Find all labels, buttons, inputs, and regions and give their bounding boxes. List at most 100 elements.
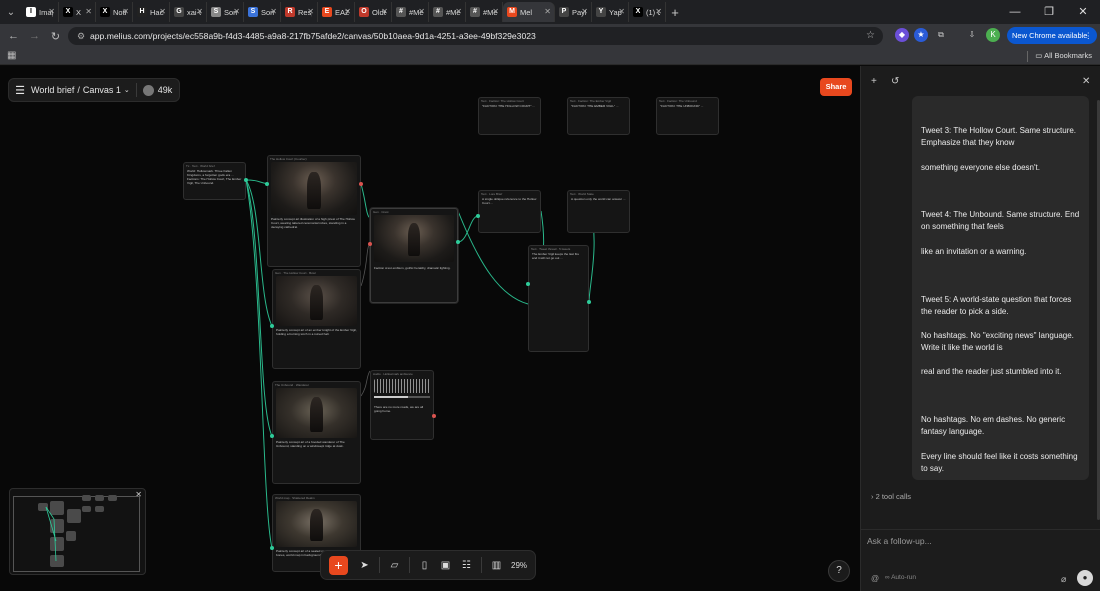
output-port[interactable] — [587, 300, 591, 304]
input-port[interactable] — [270, 434, 274, 438]
image-node[interactable]: Gen · Crest Faction crest emblem, gothic… — [370, 208, 458, 303]
browser-tab[interactable]: ##Mel✕ — [429, 2, 466, 22]
tab-close-icon[interactable]: ✕ — [455, 7, 462, 16]
text-node[interactable]: Text · Faction: The Hollow Court "FACTIO… — [478, 97, 541, 135]
browser-tab[interactable]: X(1) C✕ — [629, 2, 666, 22]
close-window-icon[interactable]: ✕ — [1066, 0, 1100, 24]
tab-close-icon[interactable]: ✕ — [270, 7, 277, 16]
reload-icon[interactable]: ↻ — [45, 30, 66, 43]
auto-run-toggle[interactable]: ∞ Auto-run — [885, 574, 916, 581]
tab-close-icon[interactable]: ✕ — [544, 7, 551, 16]
help-button[interactable]: ? — [828, 560, 850, 582]
map-icon[interactable]: ▥ — [486, 560, 507, 571]
tab-close-icon[interactable]: ✕ — [48, 7, 55, 16]
input-port[interactable] — [265, 182, 269, 186]
tab-close-icon[interactable]: ✕ — [344, 7, 351, 16]
back-icon[interactable]: ← — [3, 30, 24, 42]
site-info-icon[interactable]: ⚙ — [72, 31, 90, 42]
sticky-note-icon[interactable]: ▱ — [384, 560, 405, 571]
add-node-button[interactable]: + — [329, 555, 348, 575]
browser-tab[interactable]: X Notif ✕ — [96, 2, 133, 22]
history-icon[interactable]: ↺ — [891, 76, 899, 87]
tab-close-icon[interactable]: ✕ — [122, 7, 129, 16]
image-icon[interactable]: ▣ — [435, 560, 456, 571]
image-node[interactable]: Gen · The Hollow Court · Bowl Painterly … — [272, 269, 361, 369]
text-node[interactable]: Text · Faction: The Ember Vigil "FACTION… — [567, 97, 630, 135]
tab-close-icon[interactable]: ✕ — [381, 7, 388, 16]
canvas[interactable]: ☰ World brief / Canvas 1 ⌄ 49k Share Tx … — [0, 66, 860, 591]
follow-up-input[interactable]: Ask a follow-up... — [867, 536, 932, 546]
browser-tab[interactable]: ##Mel✕ — [392, 2, 429, 22]
tab-search-icon[interactable]: ⌄ — [0, 0, 22, 24]
input-port[interactable] — [270, 546, 274, 550]
share-button[interactable]: Share — [820, 78, 852, 96]
tab-close-icon[interactable]: ✕ — [85, 7, 92, 16]
forward-icon[interactable]: → — [24, 30, 45, 42]
output-port[interactable] — [456, 240, 460, 244]
address-bar[interactable]: ⚙ app.melius.com/projects/ec558a9b-f4d3-… — [68, 27, 883, 45]
audio-node[interactable]: Audio · Hollowmark ambience There are no… — [370, 370, 434, 440]
input-port[interactable] — [476, 214, 480, 218]
extensions-puzzle-icon[interactable]: ⧉ — [934, 28, 948, 42]
output-port[interactable] — [432, 414, 436, 418]
browser-tab[interactable]: EEAZC✕ — [318, 2, 355, 22]
tab-close-icon[interactable]: ✕ — [492, 7, 499, 16]
select-tool-icon[interactable]: ➤ — [354, 560, 375, 571]
menu-icon[interactable]: ☰ — [9, 84, 31, 97]
text-node[interactable]: Text · Lore Brief A single oblique refer… — [478, 190, 541, 233]
all-bookmarks-link[interactable]: ▭ All Bookmarks — [1035, 51, 1092, 60]
audio-progress[interactable] — [374, 396, 430, 398]
browser-tab[interactable]: OOlde✕ — [355, 2, 392, 22]
text-node[interactable]: Text · World State A question only the w… — [567, 190, 630, 233]
chrome-update-button[interactable]: New Chrome available ⋮ — [1007, 27, 1097, 44]
output-port[interactable] — [359, 182, 363, 186]
extension-icon[interactable]: ◆ — [895, 28, 909, 42]
browser-tab[interactable]: ##Mel✕ — [466, 2, 503, 22]
tab-close-icon[interactable]: ✕ — [233, 7, 240, 16]
browser-tab[interactable]: RResp✕ — [281, 2, 318, 22]
browser-tab[interactable]: S Som ✕ — [244, 2, 281, 22]
close-icon[interactable]: ✕ — [1082, 76, 1090, 87]
tab-close-icon[interactable]: ✕ — [655, 7, 662, 16]
browser-tab[interactable]: HHack✕ — [133, 2, 170, 22]
text-node[interactable]: Text · Faction: The Unbound "FACTION: TH… — [656, 97, 719, 135]
input-port[interactable] — [270, 324, 274, 328]
tab-close-icon[interactable]: ✕ — [196, 7, 203, 16]
tool-calls-toggle[interactable]: › 2 tool calls — [871, 492, 911, 501]
document-icon[interactable]: ▯ — [414, 560, 435, 571]
minimize-icon[interactable]: — — [998, 0, 1032, 24]
text-node[interactable]: Text · Tweet thread · 5 tweets The Ember… — [528, 245, 589, 352]
input-port[interactable] — [368, 242, 372, 246]
chevron-down-icon[interactable]: ⌄ — [124, 86, 130, 94]
browser-tab[interactable]: Y Yap ✕ — [592, 2, 629, 22]
tab-close-icon[interactable]: ✕ — [418, 7, 425, 16]
extension-icon[interactable]: ★ — [914, 28, 928, 42]
input-port[interactable] — [526, 282, 530, 286]
tab-close-icon[interactable]: ✕ — [581, 7, 588, 16]
tab-close-icon[interactable]: ✕ — [618, 7, 625, 16]
breadcrumb-project[interactable]: World brief — [31, 85, 74, 95]
paperclip-icon[interactable]: ⌀ — [1061, 574, 1066, 585]
mention-icon[interactable]: @ — [871, 574, 879, 583]
tab-close-icon[interactable]: ✕ — [159, 7, 166, 16]
browser-tab[interactable]: M Mel ✕ — [503, 2, 555, 22]
bookmark-star-icon[interactable]: ☆ — [866, 30, 875, 41]
apps-grid-icon[interactable]: ▦ — [7, 50, 16, 61]
new-tab-button[interactable]: + — [666, 5, 684, 20]
output-port[interactable] — [244, 178, 248, 182]
zoom-level[interactable]: 29% — [511, 561, 527, 570]
browser-tab[interactable]: Gxai-o✕ — [170, 2, 207, 22]
text-node[interactable]: Tx · Text · World brief World: Hollowmar… — [183, 162, 246, 200]
breadcrumb-canvas[interactable]: Canvas 1 — [83, 85, 121, 95]
layout-icon[interactable]: ☷ — [456, 560, 477, 571]
profile-avatar[interactable]: K — [986, 28, 1000, 42]
maximize-icon[interactable]: ❐ — [1032, 0, 1066, 24]
tab-close-icon[interactable]: ✕ — [307, 7, 314, 16]
browser-tab[interactable]: X X ✕ — [59, 2, 96, 22]
browser-tab[interactable]: S Som ✕ — [207, 2, 244, 22]
mic-icon[interactable]: ● — [1077, 570, 1093, 586]
downloads-icon[interactable]: ⇩ — [965, 28, 979, 42]
image-node[interactable]: The Unbound · Wanderer Painterly concept… — [272, 381, 361, 484]
browser-tab[interactable]: P Payl ✕ — [555, 2, 592, 22]
plus-icon[interactable]: + — [871, 76, 877, 87]
